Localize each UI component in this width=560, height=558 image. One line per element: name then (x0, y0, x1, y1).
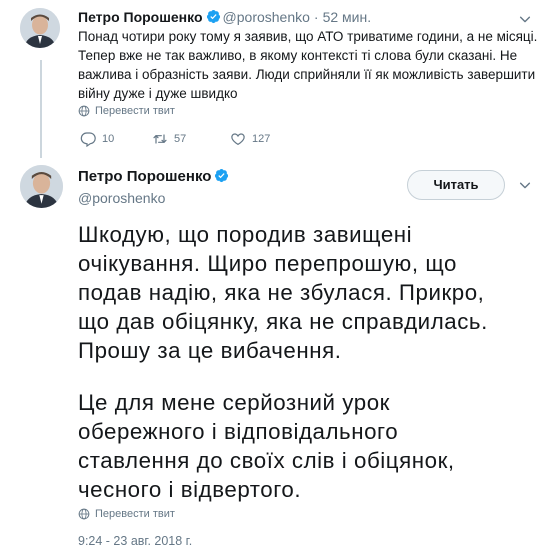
retweet-button[interactable]: 57 (152, 131, 230, 147)
tweet-text-line: обережного і відповідального (78, 419, 399, 444)
verified-badge-icon (215, 168, 229, 183)
like-button[interactable]: 127 (230, 131, 310, 147)
reply-action-bar: 10 57 127 (80, 131, 310, 147)
tweet-text-paragraph-1: Шкодую, що породив завищені очікування. … (78, 220, 548, 365)
tweet-text-line: Прошу за це вибачення. (78, 338, 342, 363)
reply-text-line: Понад чотири року тому я заявив, що АТО … (78, 29, 538, 44)
reply-tweet-header: Петро Порошенко @poroshenko · 52 мин. (78, 9, 371, 27)
author-handle[interactable]: @poroshenko (78, 190, 165, 206)
header-separator: · (313, 9, 319, 25)
verified-badge-icon (206, 9, 220, 24)
heart-icon (231, 133, 245, 146)
author-avatar[interactable] (20, 165, 63, 208)
main-tweet-author: Петро Порошенко (78, 168, 231, 186)
tweet-text-line: ставлення до своїх слів і обіцянок, (78, 448, 455, 473)
reply-author-name[interactable]: Петро Порошенко (78, 9, 203, 25)
reply-tweet-text: Понад чотири року тому я заявив, що АТО … (78, 27, 548, 103)
author-name[interactable]: Петро Порошенко (78, 168, 211, 185)
main-translate-label[interactable]: Перевести твит (95, 508, 175, 520)
reply-text-line: Тепер вже не так важливо, в якому контек… (78, 48, 518, 63)
main-translate-link[interactable]: Перевести твит (78, 508, 175, 520)
reply-button[interactable]: 10 (80, 131, 152, 147)
tweet-text-line: Це для мене серйозний урок (78, 390, 390, 415)
tweet-timestamp[interactable]: 9:24 - 23 авг. 2018 г. (78, 534, 192, 548)
tweet-text-line: подав надію, яка не збулася. Прикро, (78, 280, 485, 305)
tweet-text-paragraph-2: Це для мене серйозний урок обережного і … (78, 388, 548, 504)
chevron-down-icon[interactable] (518, 12, 532, 26)
thread-connector-line (40, 60, 42, 158)
like-count: 127 (252, 133, 271, 145)
globe-icon (78, 508, 90, 520)
chevron-down-icon[interactable] (518, 178, 532, 192)
reply-icon (80, 132, 96, 147)
tweet-text-line: Шкодую, що породив завищені (78, 222, 413, 247)
retweet-count: 57 (174, 133, 187, 145)
follow-button[interactable]: Читать (407, 170, 505, 200)
globe-icon (78, 105, 90, 117)
tweet-text-line: очікування. Щиро перепрошую, що (78, 251, 457, 276)
reply-text-line: війну дуже і дуже швидко (78, 86, 238, 101)
reply-translate-link[interactable]: Перевести твит (78, 105, 175, 117)
reply-time-ago[interactable]: 52 мин. (323, 9, 372, 25)
tweet-text-line: що дав обіцянку, яка не справдилась. (78, 309, 488, 334)
retweet-icon (153, 134, 167, 144)
reply-author-handle[interactable]: @poroshenko (223, 9, 310, 25)
reply-text-line: важлива і образність заяви. Люди сприйня… (78, 67, 536, 82)
reply-translate-label[interactable]: Перевести твит (95, 105, 175, 117)
reply-author-avatar[interactable] (20, 8, 60, 48)
reply-count: 10 (102, 133, 115, 145)
tweet-text-line: чесного і відвертого. (78, 477, 302, 502)
